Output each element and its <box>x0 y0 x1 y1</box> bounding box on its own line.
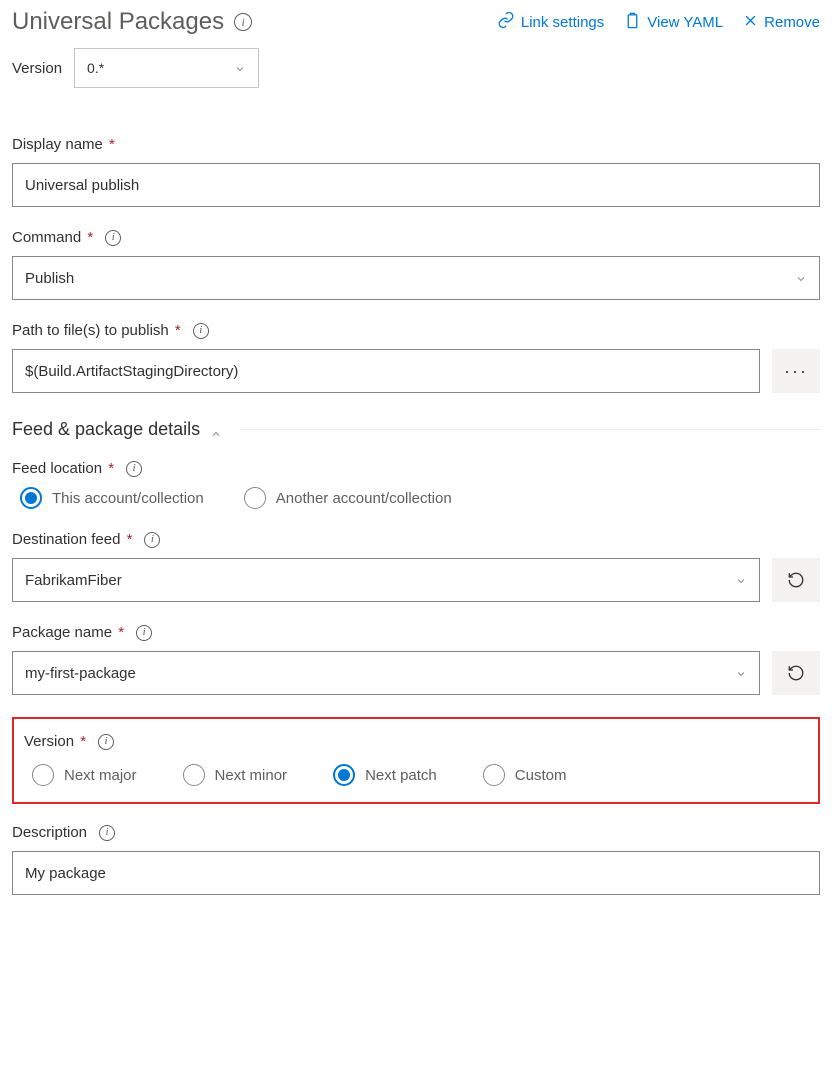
feed-location-label: Feed location * <box>12 460 114 477</box>
chevron-down-icon <box>735 667 747 679</box>
info-icon[interactable]: i <box>234 13 252 31</box>
pkg-name-value: my-first-package <box>25 665 136 682</box>
path-label: Path to file(s) to publish * <box>12 322 181 339</box>
version-label: Version <box>12 60 62 77</box>
section-title: Feed & package details <box>12 419 200 440</box>
radio-label: This account/collection <box>52 490 204 507</box>
divider <box>240 429 820 430</box>
page-title: Universal Packages <box>12 8 224 36</box>
info-icon[interactable]: i <box>105 230 121 246</box>
version-radio-label: Version * <box>24 733 86 750</box>
version-dropdown[interactable]: 0.* <box>74 48 259 88</box>
display-name-label: Display name * <box>12 136 115 153</box>
radio-next-major[interactable]: Next major <box>32 764 137 786</box>
radio-another-account[interactable]: Another account/collection <box>244 487 452 509</box>
radio-icon <box>483 764 505 786</box>
radio-label: Custom <box>515 767 567 784</box>
view-yaml-label: View YAML <box>647 14 723 31</box>
radio-icon <box>244 487 266 509</box>
info-icon[interactable]: i <box>126 461 142 477</box>
info-icon[interactable]: i <box>99 825 115 841</box>
path-input[interactable] <box>12 349 760 393</box>
command-value: Publish <box>25 270 74 287</box>
chevron-down-icon <box>234 62 246 74</box>
command-label: Command * <box>12 229 93 246</box>
description-input[interactable] <box>12 851 820 895</box>
remove-action[interactable]: Remove <box>743 11 820 33</box>
view-yaml-action[interactable]: View YAML <box>624 11 723 33</box>
radio-next-minor[interactable]: Next minor <box>183 764 288 786</box>
browse-button[interactable]: ··· <box>772 349 820 393</box>
info-icon[interactable]: i <box>193 323 209 339</box>
pkg-name-dropdown[interactable]: my-first-package <box>12 651 760 695</box>
refresh-icon <box>787 664 805 682</box>
version-value: 0.* <box>87 60 104 76</box>
radio-label: Next patch <box>365 767 437 784</box>
radio-this-account[interactable]: This account/collection <box>20 487 204 509</box>
command-dropdown[interactable]: Publish <box>12 256 820 300</box>
dest-feed-dropdown[interactable]: FabrikamFiber <box>12 558 760 602</box>
chevron-down-icon <box>795 272 807 284</box>
section-header[interactable]: Feed & package details <box>12 419 820 440</box>
radio-custom[interactable]: Custom <box>483 764 567 786</box>
version-highlight-box: Version * i Next major Next minor Next p… <box>12 717 820 804</box>
dest-feed-label: Destination feed * <box>12 531 132 548</box>
link-settings-action[interactable]: Link settings <box>497 11 604 33</box>
link-icon <box>497 11 515 33</box>
radio-label: Next minor <box>215 767 288 784</box>
info-icon[interactable]: i <box>136 625 152 641</box>
info-icon[interactable]: i <box>144 532 160 548</box>
refresh-button[interactable] <box>772 558 820 602</box>
refresh-button[interactable] <box>772 651 820 695</box>
remove-label: Remove <box>764 14 820 31</box>
ellipsis-icon: ··· <box>784 361 808 382</box>
link-settings-label: Link settings <box>521 14 604 31</box>
radio-icon-selected <box>333 764 355 786</box>
refresh-icon <box>787 571 805 589</box>
chevron-down-icon <box>735 574 747 586</box>
clipboard-icon <box>624 12 641 33</box>
radio-next-patch[interactable]: Next patch <box>333 764 437 786</box>
radio-icon <box>183 764 205 786</box>
pkg-name-label: Package name * <box>12 624 124 641</box>
chevron-up-icon <box>210 424 222 436</box>
radio-icon <box>32 764 54 786</box>
info-icon[interactable]: i <box>98 734 114 750</box>
close-icon <box>743 13 758 32</box>
radio-icon-selected <box>20 487 42 509</box>
radio-label: Another account/collection <box>276 490 452 507</box>
dest-feed-value: FabrikamFiber <box>25 572 122 589</box>
display-name-input[interactable] <box>12 163 820 207</box>
description-label: Description <box>12 824 87 841</box>
radio-label: Next major <box>64 767 137 784</box>
